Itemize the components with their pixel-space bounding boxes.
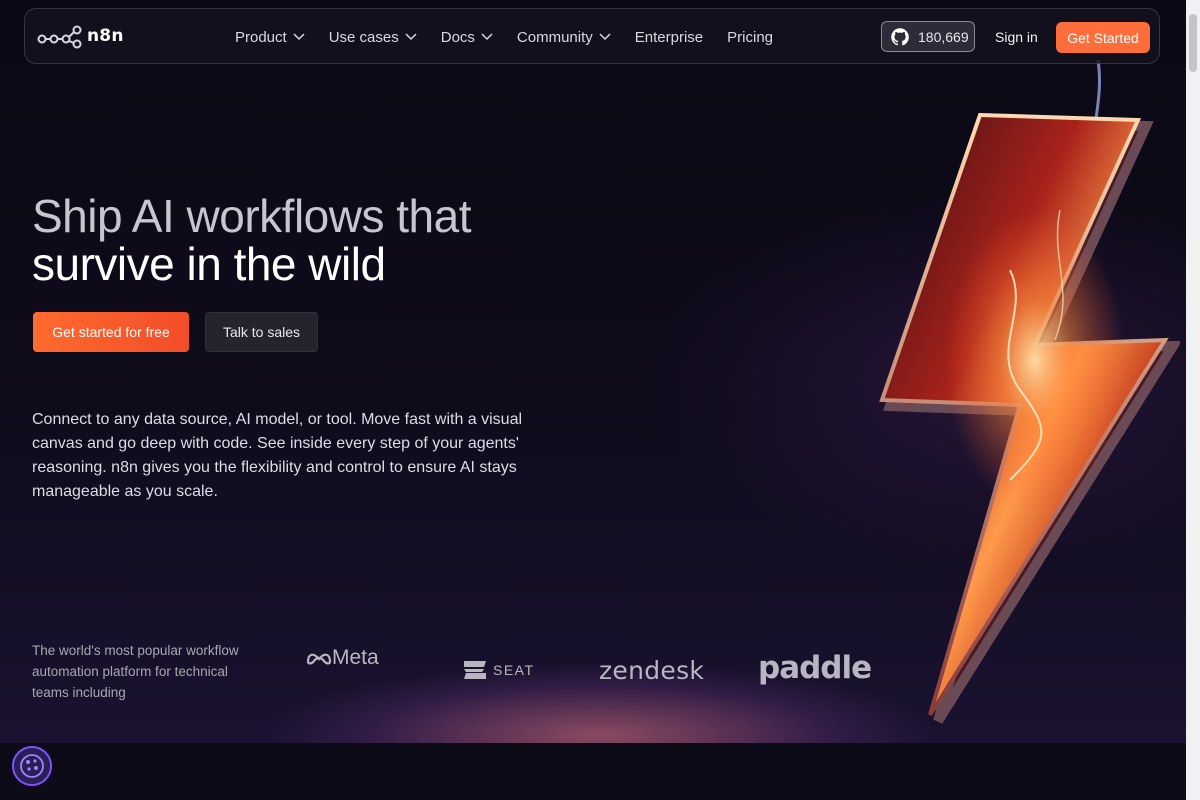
trust-statement: The world's most popular workflow automa… (32, 643, 239, 700)
nav-item-enterprise[interactable]: Enterprise (635, 29, 703, 46)
brand-name: n8n (87, 26, 124, 46)
n8n-logo-icon (37, 25, 82, 49)
github-star-count: 180,669 (918, 28, 969, 45)
chevron-down-icon (481, 33, 493, 41)
meta-logo-icon (306, 653, 332, 665)
customer-logo-paddle: paddle (758, 650, 872, 686)
lightning-bolt-icon (879, 60, 1180, 724)
headline-line-2: survive in the wild (32, 238, 386, 290)
scrollbar-thumb[interactable] (1189, 14, 1197, 72)
github-stars-button[interactable]: 180,669 (881, 21, 975, 52)
nav-item-community[interactable]: Community (517, 29, 611, 46)
top-navbar: n8n Product Use cases Docs Community Ent… (24, 8, 1160, 64)
nav-item-product[interactable]: Product (235, 29, 305, 46)
customer-logo-seat: SEAT (463, 660, 535, 680)
get-started-button[interactable]: Get Started (1056, 22, 1150, 53)
nav-item-label: Pricing (727, 28, 774, 46)
nav-item-pricing[interactable]: Pricing (727, 29, 773, 46)
cookie-settings-button[interactable] (12, 746, 52, 786)
talk-to-sales-button[interactable]: Talk to sales (205, 312, 318, 352)
hero-headline: Ship AI workflows that survive in the wi… (32, 192, 471, 288)
nav-item-use-cases[interactable]: Use cases (329, 29, 417, 46)
sign-in-link[interactable]: Sign in (995, 29, 1038, 45)
github-icon (891, 27, 909, 45)
chevron-down-icon (599, 33, 611, 41)
nav-item-label: Community (516, 28, 593, 46)
hero-description: Connect to any data source, AI model, or… (32, 411, 523, 500)
customer-logo-zendesk: zendesk (599, 656, 705, 685)
page-scrollbar[interactable] (1186, 0, 1200, 800)
seat-logo-text: SEAT (493, 662, 535, 678)
customer-logo-meta: Meta (306, 646, 379, 670)
nav-item-label: Use cases (328, 28, 399, 46)
hero-section: n8n Product Use cases Docs Community Ent… (0, 0, 1186, 743)
nav-item-label: Docs (440, 28, 475, 46)
meta-logo-text: Meta (332, 646, 379, 669)
cookie-settings-icon (20, 754, 44, 778)
headline-line-1: Ship AI workflows that (32, 190, 471, 242)
main-menu: Product Use cases Docs Community Enterpr… (235, 9, 797, 65)
chevron-down-icon (293, 33, 305, 41)
brand-logo[interactable]: n8n (37, 23, 124, 49)
chevron-down-icon (405, 33, 417, 41)
nav-item-docs[interactable]: Docs (441, 29, 493, 46)
nav-item-label: Product (235, 28, 287, 46)
nav-item-label: Enterprise (634, 28, 704, 46)
seat-logo-icon (464, 661, 486, 679)
get-started-free-button[interactable]: Get started for free (33, 312, 189, 352)
next-section (0, 743, 1186, 800)
